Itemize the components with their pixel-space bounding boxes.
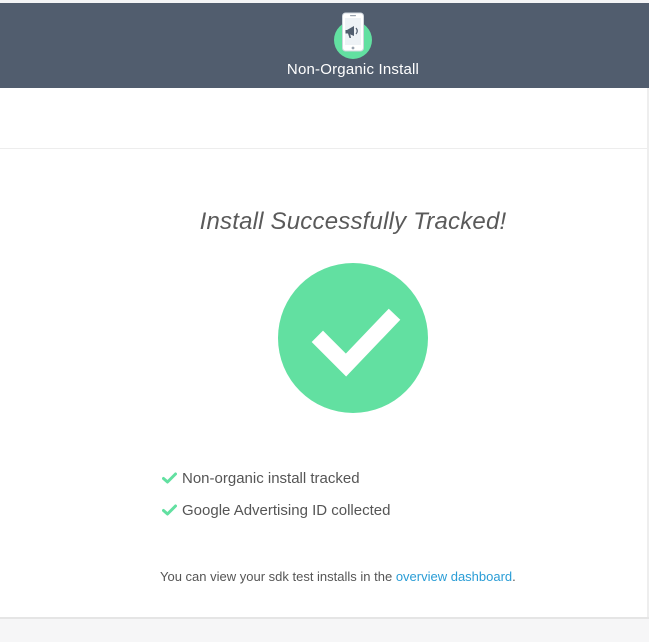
check-icon <box>162 472 177 484</box>
top-divider <box>0 148 649 149</box>
footer-note-suffix: . <box>512 569 516 584</box>
header-title: Non-Organic Install <box>286 61 420 78</box>
checklist-item-label: Non-organic install tracked <box>182 469 360 487</box>
check-icon <box>162 504 177 516</box>
footer-note: You can view your sdk test installs in t… <box>160 569 516 584</box>
list-item: Google Advertising ID collected <box>162 494 390 526</box>
checkmark-icon <box>311 308 401 377</box>
list-item: Non-organic install tracked <box>162 462 390 494</box>
page-title: Install Successfully Tracked! <box>199 208 507 235</box>
checklist-item-label: Google Advertising ID collected <box>182 501 391 519</box>
footer-note-prefix: You can view your sdk test installs in t… <box>160 569 396 584</box>
phone-megaphone-icon <box>334 11 372 59</box>
overview-dashboard-link[interactable]: overview dashboard <box>396 569 512 584</box>
page: Non-Organic Install Install Successfully… <box>0 0 649 642</box>
success-badge <box>278 263 428 413</box>
bottom-area <box>0 619 649 642</box>
checklist: Non-organic install tracked Google Adver… <box>162 462 390 526</box>
